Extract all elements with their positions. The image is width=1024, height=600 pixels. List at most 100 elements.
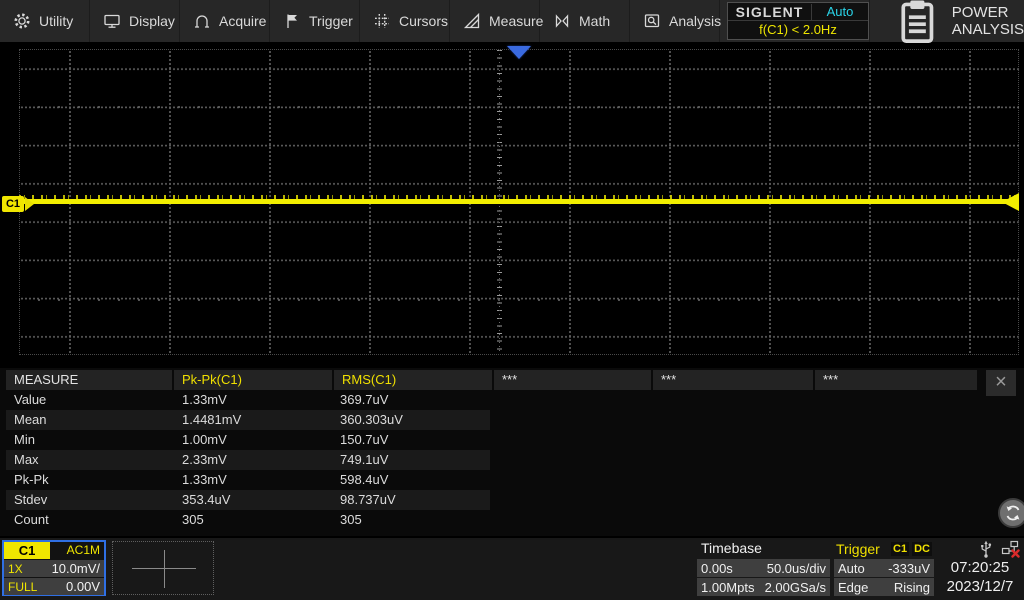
measure-header-row: MEASURE Pk-Pk(C1) RMS(C1) *** *** *** bbox=[0, 368, 1024, 390]
measure-title: MEASURE bbox=[6, 370, 172, 390]
trigger-position-marker[interactable] bbox=[507, 46, 531, 59]
siglent-logo: SIGLENT bbox=[728, 4, 812, 20]
brand-status-box: SIGLENT Auto f(C1) < 2.0Hz bbox=[727, 2, 869, 40]
oscilloscope-screen: Utility Display Acquire Trigger bbox=[0, 0, 1024, 600]
measure-close-button[interactable]: × bbox=[986, 370, 1016, 396]
menu-cursors[interactable]: Cursors bbox=[360, 0, 450, 42]
table-row: Mean 1.4481mV 360.303uV bbox=[6, 410, 490, 430]
row-value: 369.7uV bbox=[332, 390, 490, 410]
timebase-title: Timebase bbox=[697, 540, 830, 558]
red-x-icon bbox=[1013, 551, 1019, 557]
measure-col-pkpk[interactable]: Pk-Pk(C1) bbox=[174, 370, 332, 390]
channel1-probe: 1X bbox=[8, 562, 23, 576]
bowtie-icon bbox=[553, 12, 571, 30]
gear-icon bbox=[13, 12, 31, 30]
trigger-level: -333uV bbox=[888, 561, 930, 576]
table-row: Stdev 353.4uV 98.737uV bbox=[6, 490, 490, 510]
system-time: 07:20:25 bbox=[938, 558, 1022, 577]
menu-measure[interactable]: Measure bbox=[450, 0, 540, 42]
trigger-slope: Rising bbox=[894, 580, 930, 595]
row-value: 98.737uV bbox=[332, 490, 490, 510]
row-value: 1.00mV bbox=[174, 430, 332, 450]
usb-icon bbox=[979, 540, 993, 558]
channel1-coupling: AC1M bbox=[50, 542, 104, 559]
menu-math-label: Math bbox=[579, 13, 610, 29]
channel1-trace[interactable] bbox=[19, 199, 1016, 204]
row-value: 360.303uV bbox=[332, 410, 490, 430]
channel1-scale: 10.0mV/ bbox=[52, 561, 100, 576]
row-value: 1.4481mV bbox=[174, 410, 332, 430]
channel1-offset-marker[interactable]: C1 bbox=[2, 196, 24, 212]
row-value: 749.1uV bbox=[332, 450, 490, 470]
add-channel-placeholder[interactable] bbox=[112, 541, 214, 595]
measure-col-empty-2[interactable]: *** bbox=[653, 370, 813, 390]
bottom-status-bar: C1 AC1M 1X 10.0mV/ FULL 0.00V Timebase 0… bbox=[0, 538, 1024, 600]
menu-math[interactable]: Math bbox=[540, 0, 630, 42]
row-value: 1.33mV bbox=[174, 470, 332, 490]
trigger-level-marker[interactable] bbox=[1002, 193, 1019, 211]
trigger-title: Trigger bbox=[836, 541, 880, 557]
row-label: Stdev bbox=[6, 490, 174, 510]
plus-icon bbox=[164, 550, 165, 588]
row-label: Max bbox=[6, 450, 174, 470]
timebase-memdepth: 1.00Mpts bbox=[701, 580, 754, 595]
top-menu-bar: Utility Display Acquire Trigger bbox=[0, 0, 1024, 42]
flag-icon bbox=[283, 12, 301, 30]
timebase-delay: 0.00s bbox=[701, 561, 733, 576]
row-value: 305 bbox=[332, 510, 490, 530]
monitor-icon bbox=[103, 12, 121, 30]
table-row: Min 1.00mV 150.7uV bbox=[6, 430, 490, 450]
set-square-icon bbox=[463, 12, 481, 30]
menu-analysis[interactable]: Analysis bbox=[630, 0, 720, 42]
row-value: 150.7uV bbox=[332, 430, 490, 450]
clipboard-icon bbox=[892, 0, 943, 46]
row-label: Count bbox=[6, 510, 174, 530]
timebase-samplerate: 2.00GSa/s bbox=[765, 580, 826, 595]
system-date: 2023/12/7 bbox=[938, 577, 1022, 596]
row-label: Pk-Pk bbox=[6, 470, 174, 490]
menu-analysis-label: Analysis bbox=[669, 13, 721, 29]
channel1-name-chip: C1 bbox=[4, 542, 50, 559]
row-label: Value bbox=[6, 390, 174, 410]
timebase-scale: 50.0us/div bbox=[767, 561, 826, 576]
table-row: Count 305 305 bbox=[6, 510, 490, 530]
row-value: 1.33mV bbox=[174, 390, 332, 410]
measure-rows: Value 1.33mV 369.7uV Mean 1.4481mV 360.3… bbox=[0, 390, 1024, 530]
menu-trigger[interactable]: Trigger bbox=[270, 0, 360, 42]
menu-acquire-label: Acquire bbox=[219, 13, 266, 29]
row-label: Mean bbox=[6, 410, 174, 430]
measure-panel: MEASURE Pk-Pk(C1) RMS(C1) *** *** *** × … bbox=[0, 368, 1024, 536]
trigger-type: Edge bbox=[838, 580, 868, 595]
trigger-descriptor-box[interactable]: Trigger C1 DC Auto -333uV Edge Rising bbox=[834, 540, 934, 596]
magnifier-doc-icon bbox=[643, 12, 661, 30]
menu-display[interactable]: Display bbox=[90, 0, 180, 42]
measure-col-empty-1[interactable]: *** bbox=[494, 370, 651, 390]
trigger-source-chip: C1 bbox=[891, 542, 909, 556]
trigger-mode: Auto bbox=[838, 561, 865, 576]
menu-trigger-label: Trigger bbox=[309, 13, 353, 29]
network-disconnected-icon bbox=[1001, 540, 1020, 558]
table-row: Pk-Pk 1.33mV 598.4uV bbox=[6, 470, 490, 490]
channel1-bandwidth: FULL bbox=[8, 580, 37, 594]
graticule-minor-dots-upper bbox=[19, 106, 1019, 108]
menu-display-label: Display bbox=[129, 13, 175, 29]
row-value: 2.33mV bbox=[174, 450, 332, 470]
power-analysis-label: POWER ANALYSIS bbox=[952, 4, 1024, 38]
table-row: Value 1.33mV 369.7uV bbox=[6, 390, 490, 410]
refresh-icon bbox=[1003, 503, 1023, 523]
menu-measure-label: Measure bbox=[489, 13, 543, 29]
statistics-reset-button[interactable] bbox=[998, 498, 1024, 528]
menu-cursors-label: Cursors bbox=[399, 13, 448, 29]
channel1-offset: 0.00V bbox=[66, 579, 100, 594]
waveform-display[interactable]: C1 bbox=[0, 46, 1024, 368]
row-label: Min bbox=[6, 430, 174, 450]
power-analysis-button[interactable]: POWER ANALYSIS bbox=[869, 0, 1024, 42]
menu-utility-label: Utility bbox=[39, 13, 73, 29]
row-value: 353.4uV bbox=[174, 490, 332, 510]
menu-acquire[interactable]: Acquire bbox=[180, 0, 270, 42]
channel1-descriptor-box[interactable]: C1 AC1M 1X 10.0mV/ FULL 0.00V bbox=[2, 540, 106, 596]
measure-col-empty-3[interactable]: *** bbox=[815, 370, 977, 390]
measure-col-rms[interactable]: RMS(C1) bbox=[334, 370, 492, 390]
menu-utility[interactable]: Utility bbox=[0, 0, 90, 42]
timebase-descriptor-box[interactable]: Timebase 0.00s 50.0us/div 1.00Mpts 2.00G… bbox=[697, 540, 830, 596]
